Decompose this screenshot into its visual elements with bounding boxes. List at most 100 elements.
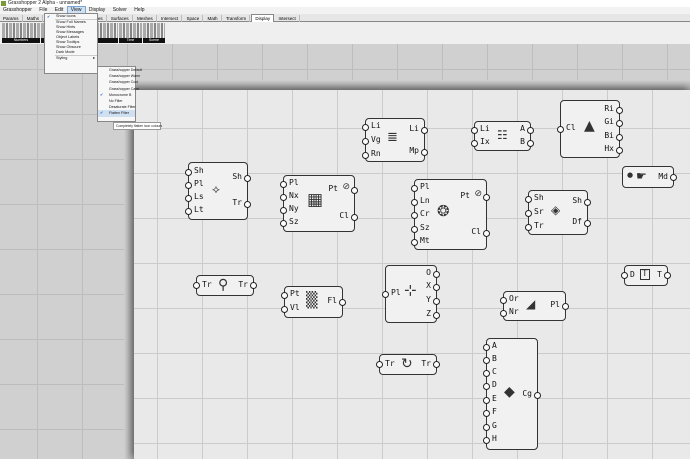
menu-item-dark-mode[interactable]: Dark Mode [45,50,97,55]
component-c1[interactable]: Sh Pl Ls Lt Sh Tr ⟡ [185,162,251,220]
component-c3[interactable]: Li Vg Rn Li Mp ≣ [362,118,428,162]
input-pin[interactable] [185,169,192,176]
input-pin[interactable] [362,138,369,145]
input-pin[interactable] [471,127,478,134]
output-pin[interactable] [616,107,623,114]
input-pin[interactable] [483,370,490,377]
input-pin[interactable] [382,291,389,298]
input-pin[interactable] [471,140,478,147]
output-pin[interactable] [421,127,428,134]
input-pin[interactable] [525,196,532,203]
input-pin[interactable] [280,194,287,201]
output-pin[interactable] [250,282,257,289]
output-pin[interactable] [433,312,440,319]
output-pin[interactable] [351,187,358,194]
output-pin[interactable] [433,361,440,368]
tab-intersect-b[interactable]: Intersect [275,15,300,22]
input-pin[interactable] [483,437,490,444]
output-pin[interactable] [584,199,591,206]
input-pin[interactable] [362,152,369,159]
input-pin[interactable] [411,185,418,192]
tab-math[interactable]: Math [205,15,222,22]
tab-display[interactable]: Display [251,14,275,22]
input-pin[interactable] [281,292,288,299]
output-pin[interactable] [664,272,671,279]
input-pin[interactable] [483,383,490,390]
input-pin[interactable] [185,208,192,215]
input-pin[interactable] [483,397,490,404]
tab-intersect-a[interactable]: Intersect [158,15,183,22]
component-c14[interactable]: Tr Tr ↻ [376,354,440,375]
tab-meshes[interactable]: Meshes [134,15,157,22]
output-pin[interactable] [483,194,490,201]
output-pin[interactable] [527,140,534,147]
input-pin[interactable] [281,306,288,313]
eye-off-icon[interactable]: ⊘ [342,183,350,192]
input-pin[interactable] [483,410,490,417]
output-pin[interactable] [534,392,541,399]
output-pin[interactable] [584,220,591,227]
menu-item-styling[interactable]: Styling ▸ [45,56,97,61]
output-pin[interactable] [616,147,623,154]
output-pin[interactable] [351,214,358,221]
input-pin[interactable] [525,210,532,217]
output-pin[interactable] [339,299,346,306]
menu-item-show-icons[interactable]: ✔ Show Icons [45,14,97,19]
input-pin[interactable] [193,282,200,289]
menu-solver[interactable]: Solver [110,7,130,14]
component-c4[interactable]: Pl Ln Cr Sz Mt Pt ⊘ Cl ❂ [411,179,490,250]
output-pin[interactable] [483,230,490,237]
input-pin[interactable] [500,310,507,317]
output-pin[interactable] [421,149,428,156]
input-pin[interactable] [280,207,287,214]
ribbon-group[interactable] [96,23,118,43]
input-pin[interactable] [411,226,418,233]
output-pin[interactable] [244,175,251,182]
output-pin[interactable] [433,284,440,291]
output-pin[interactable] [616,120,623,127]
component-c15[interactable]: A B C D E F G H Cg ◆ [483,338,541,450]
input-pin[interactable] [411,212,418,219]
input-pin[interactable] [280,220,287,227]
input-pin[interactable] [525,224,532,231]
input-pin[interactable] [411,199,418,206]
component-c12[interactable]: Or Nr Pl ◢ [500,291,569,321]
tab-params[interactable]: Params [0,15,23,22]
input-pin[interactable] [376,361,383,368]
ribbon-group-numbers[interactable]: Numbers [2,23,40,43]
output-pin[interactable] [527,127,534,134]
component-c2[interactable]: Pl Nx Ny Sz Pt ⊘ Cl ▦ [280,175,358,232]
ribbon-group-scene[interactable]: Scene [143,23,165,43]
menu-grasshopper[interactable]: Grasshopper [0,7,35,14]
output-pin[interactable] [616,134,623,141]
tab-surfaces[interactable]: Surfaces [108,15,133,22]
component-c6[interactable]: Cl Ri Gi Bi Hx ▲ [557,100,623,158]
eye-off-icon[interactable]: ⊘ [474,190,482,199]
output-pin[interactable] [670,174,677,181]
input-pin[interactable] [185,195,192,202]
output-pin[interactable] [433,298,440,305]
component-c13[interactable]: D T T [621,265,671,286]
input-pin[interactable] [483,357,490,364]
ribbon-icons[interactable] [2,23,40,38]
component-c5[interactable]: Li Ix A B ☷ [471,121,534,151]
output-pin[interactable] [562,303,569,310]
input-pin[interactable] [621,272,628,279]
component-c8[interactable]: ● ☛ Md [622,166,677,188]
input-pin[interactable] [185,182,192,189]
tab-space[interactable]: Space [184,15,204,22]
menu-item-flatten-filter[interactable]: ✔ Flatten Filter [98,110,135,117]
menu-help[interactable]: Help [131,7,147,14]
input-pin[interactable] [411,239,418,246]
component-c7[interactable]: Sh Sr Tr Sh Df ◈ [525,190,591,235]
tab-maths[interactable]: Maths [24,15,44,22]
input-pin[interactable] [483,344,490,351]
input-pin[interactable] [362,124,369,131]
component-c9[interactable]: Tr Tr ⚲ [193,275,257,296]
component-c10[interactable]: Pt Vl Fl ▒ [281,286,346,318]
input-pin[interactable] [280,181,287,188]
input-pin[interactable] [500,297,507,304]
component-c11[interactable]: Pl O X Y Z ⊹ [382,265,440,323]
output-pin[interactable] [433,271,440,278]
input-pin[interactable] [557,126,564,133]
